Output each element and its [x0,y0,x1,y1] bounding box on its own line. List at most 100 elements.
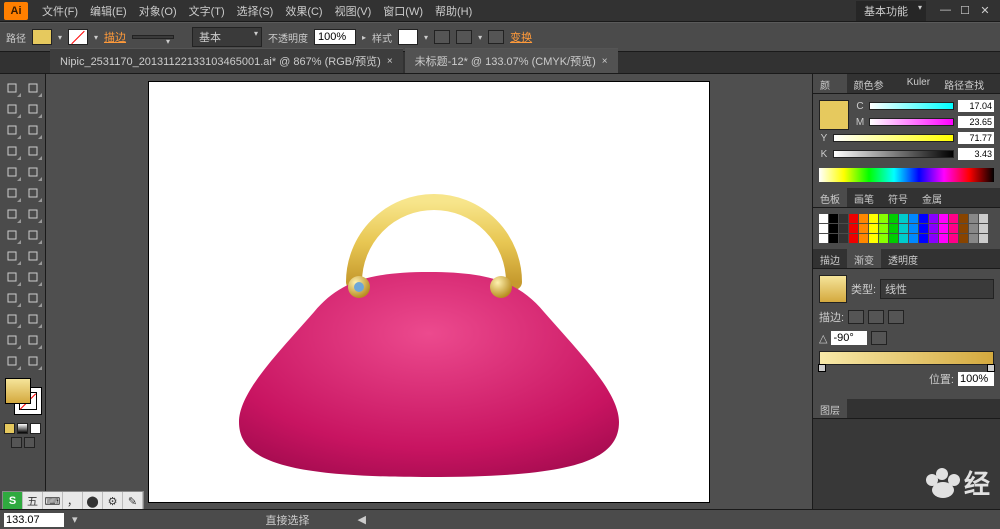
scrollbar-left-icon[interactable]: ◀ [358,513,366,526]
artboard[interactable] [149,82,709,502]
menu-窗口(W)[interactable]: 窗口(W) [377,3,429,19]
swatch-cell[interactable] [899,234,908,243]
swatch-cell[interactable] [969,214,978,223]
stroke-weight-dropdown[interactable] [132,35,174,39]
menu-效果(C)[interactable]: 效果(C) [279,3,328,19]
screenmode-fullscreen-icon[interactable] [24,437,35,448]
rectangle-tool[interactable] [23,141,43,161]
swatch-cell[interactable] [869,234,878,243]
ime-button-2[interactable]: ⌨ [43,492,63,510]
artboard-tool[interactable] [2,330,22,350]
selection-tool[interactable] [2,78,22,98]
minimize-button[interactable]: — [940,4,950,17]
panel-tab-金属[interactable]: 金属 [915,188,949,207]
tab-close-icon[interactable]: × [602,56,608,67]
gradient-ramp[interactable] [819,351,994,365]
width-tool[interactable] [2,225,22,245]
swatch-cell[interactable] [839,214,848,223]
swatch-cell[interactable] [879,234,888,243]
shape-icon[interactable] [488,30,504,44]
swatch-cell[interactable] [819,234,828,243]
panel-tab-图层[interactable]: 图层 [813,399,847,418]
document-tab[interactable]: Nipic_2531170_20131122133103465001.ai* @… [50,48,403,73]
swatch-cell[interactable] [959,214,968,223]
swatch-grid[interactable] [819,214,994,243]
swatch-cell[interactable] [979,234,988,243]
blend-tool[interactable] [23,288,43,308]
swatch-cell[interactable] [949,224,958,233]
paintbrush-tool[interactable] [2,162,22,182]
line-tool[interactable] [2,141,22,161]
tab-close-icon[interactable]: × [387,56,393,67]
swatch-cell[interactable] [839,234,848,243]
stroke-link[interactable]: 描边 [104,29,126,45]
ime-button-6[interactable]: ✎ [123,492,143,510]
slice-tool[interactable] [23,330,43,350]
fill-stroke-control[interactable] [3,376,43,416]
swatch-cell[interactable] [879,214,888,223]
direct-selection-tool[interactable] [23,78,43,98]
swatch-cell[interactable] [849,234,858,243]
gradient-type-dropdown[interactable]: 线性 [880,279,994,299]
swatch-cell[interactable] [839,224,848,233]
hand-tool[interactable] [2,351,22,371]
menu-文字(T)[interactable]: 文字(T) [183,3,231,19]
menu-对象(O)[interactable]: 对象(O) [133,3,183,19]
panel-tab-画笔[interactable]: 画笔 [847,188,881,207]
swatch-cell[interactable] [849,224,858,233]
cmyk-K-input[interactable]: 3.43 [958,148,994,160]
swatch-cell[interactable] [939,234,948,243]
stroke-mode-2-icon[interactable] [868,310,884,324]
ime-toolbar[interactable]: S五⌨，⬤⚙✎ [2,491,144,511]
panel-tab-Kuler[interactable]: Kuler [900,74,937,93]
align-icon[interactable] [456,30,472,44]
scale-tool[interactable] [23,204,43,224]
menu-文件(F)[interactable]: 文件(F) [36,3,84,19]
panel-tab-颜色[interactable]: 颜色 [813,74,847,93]
maximize-button[interactable]: ☐ [960,4,970,17]
cmyk-Y-input[interactable]: 71.77 [958,132,994,144]
gradient-angle-input[interactable]: -90° [831,331,867,345]
panel-tab-描边[interactable]: 描边 [813,249,847,268]
swatch-cell[interactable] [869,214,878,223]
swatch-cell[interactable] [969,234,978,243]
gradient-position-input[interactable]: 100% [958,372,994,386]
none-mode-icon[interactable] [30,423,41,434]
menu-视图(V)[interactable]: 视图(V) [329,3,378,19]
perspective-tool[interactable] [23,246,43,266]
eraser-tool[interactable] [23,183,43,203]
swatch-cell[interactable] [849,214,858,223]
swatch-cell[interactable] [889,224,898,233]
lasso-tool[interactable] [23,99,43,119]
zoom-input[interactable]: 133.07 [4,513,64,527]
stroke-mode-3-icon[interactable] [888,310,904,324]
screenmode-normal-icon[interactable] [11,437,22,448]
swatch-cell[interactable] [819,214,828,223]
shape-builder-tool[interactable] [2,246,22,266]
menu-帮助(H)[interactable]: 帮助(H) [429,3,478,19]
canvas[interactable] [46,74,812,509]
swatch-cell[interactable] [929,214,938,223]
rotate-tool[interactable] [2,204,22,224]
panel-tab-路径查找器[interactable]: 路径查找器 [937,74,1000,93]
pen-tool[interactable] [2,120,22,140]
stroke-mode-1-icon[interactable] [848,310,864,324]
zoom-tool[interactable] [23,351,43,371]
graph-tool[interactable] [23,309,43,329]
fill-swatch[interactable] [32,29,52,45]
ime-button-1[interactable]: 五 [23,492,43,510]
swatch-cell[interactable] [879,224,888,233]
gradient-tool[interactable] [23,267,43,287]
swatch-cell[interactable] [929,234,938,243]
swatch-cell[interactable] [859,234,868,243]
swatch-cell[interactable] [859,224,868,233]
swatch-cell[interactable] [919,224,928,233]
swatch-cell[interactable] [899,214,908,223]
panel-tab-符号[interactable]: 符号 [881,188,915,207]
color-preview[interactable] [819,100,849,130]
brush-style-dropdown[interactable]: 基本 [192,27,262,47]
cmyk-C-slider[interactable] [869,102,954,110]
panel-tab-颜色参考[interactable]: 颜色参考 [847,74,900,93]
swatch-cell[interactable] [909,224,918,233]
menu-编辑(E)[interactable]: 编辑(E) [84,3,133,19]
